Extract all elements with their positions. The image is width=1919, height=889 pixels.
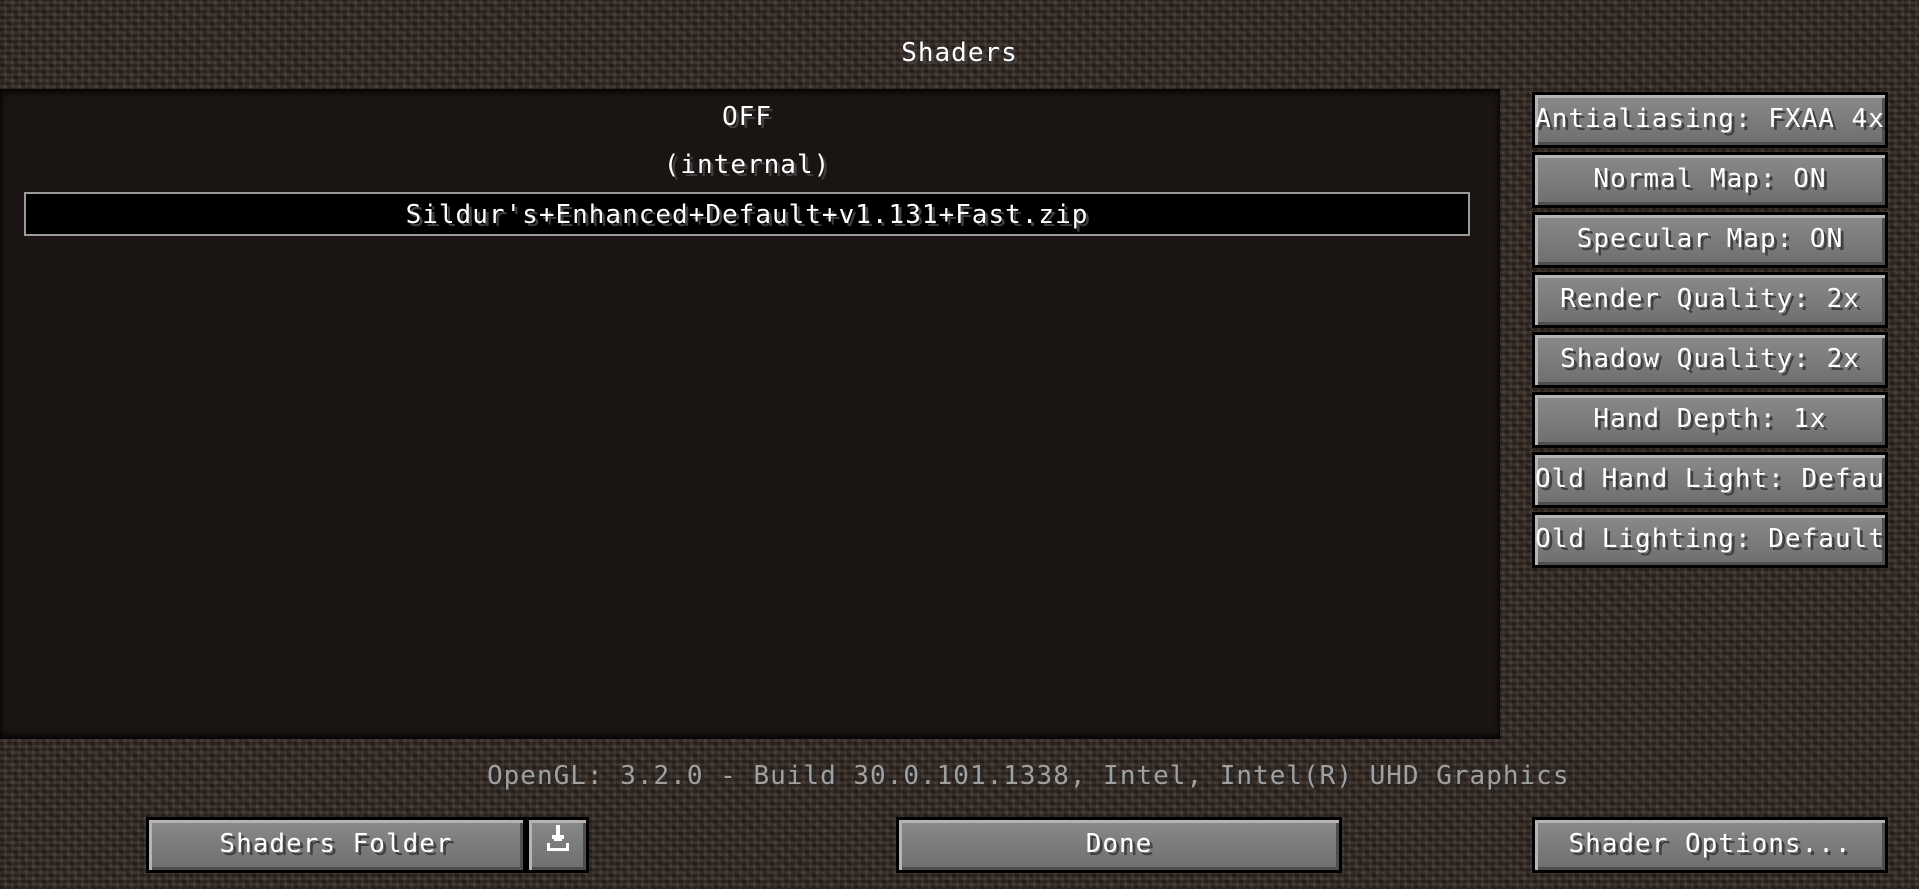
shaders-folder-button[interactable]: Shaders Folder	[146, 817, 526, 873]
normal-map-button[interactable]: Normal Map: ON	[1532, 152, 1888, 208]
specular-map-button[interactable]: Specular Map: ON	[1532, 212, 1888, 268]
shader-options-button[interactable]: Shader Options...	[1532, 817, 1888, 873]
shader-item-selected[interactable]: Sildur's+Enhanced+Default+v1.131+Fast.zi…	[24, 192, 1470, 236]
hand-depth-button[interactable]: Hand Depth: 1x	[1532, 392, 1888, 448]
shader-item-internal[interactable]: (internal)	[24, 144, 1470, 188]
shader-item-off[interactable]: OFF	[24, 96, 1470, 140]
render-quality-button[interactable]: Render Quality: 2x	[1532, 272, 1888, 328]
done-button[interactable]: Done	[896, 817, 1342, 873]
old-hand-light-button[interactable]: Old Hand Light: Default	[1532, 452, 1888, 508]
screen-title: Shaders	[901, 38, 1018, 68]
download-icon	[545, 821, 571, 869]
antialiasing-button[interactable]: Antialiasing: FXAA 4x	[1532, 92, 1888, 148]
shadow-quality-button[interactable]: Shadow Quality: 2x	[1532, 332, 1888, 388]
shader-list[interactable]: OFF (internal) Sildur's+Enhanced+Default…	[0, 89, 1500, 739]
opengl-info: OpenGL: 3.2.0 - Build 30.0.101.1338, Int…	[487, 761, 1570, 791]
old-lighting-button[interactable]: Old Lighting: Default	[1532, 512, 1888, 568]
download-button[interactable]	[526, 817, 589, 873]
